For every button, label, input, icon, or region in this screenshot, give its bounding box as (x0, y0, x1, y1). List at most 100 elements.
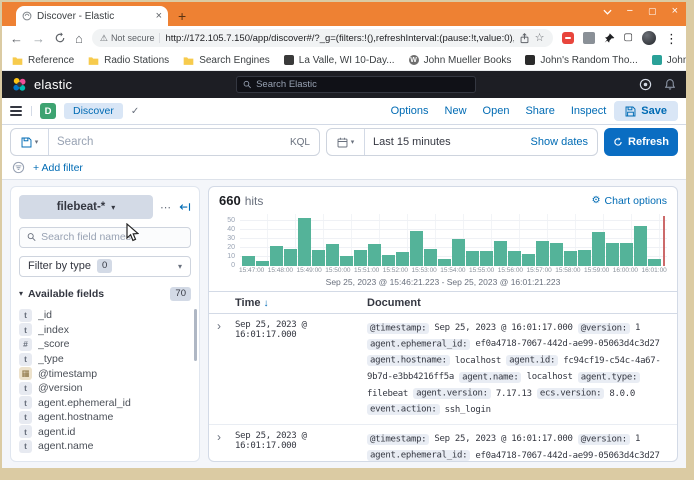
tab-search-icon[interactable] (603, 9, 612, 15)
field-item[interactable]: t agent.id (19, 425, 191, 439)
histogram-bar[interactable] (340, 256, 353, 266)
bookmark-item[interactable]: Radio Stations (88, 55, 169, 66)
topnav-inspect-link[interactable]: Inspect (571, 105, 606, 117)
field-item[interactable]: t _type (19, 352, 191, 366)
collapse-sidebar-icon[interactable] (179, 201, 191, 213)
refresh-button[interactable]: Refresh (604, 128, 678, 156)
help-icon[interactable] (639, 78, 652, 91)
side-panel-icon[interactable]: ▢ (624, 33, 633, 43)
histogram-bar[interactable] (634, 226, 647, 266)
doc-field[interactable]: agent.ephemeral_id: ef0a4718-7067-442d-a… (367, 339, 660, 350)
window-close-button[interactable]: × (672, 6, 678, 17)
field-item[interactable]: ▦ @timestamp (19, 367, 191, 381)
pin-extension-icon[interactable] (604, 33, 615, 44)
field-search-box[interactable] (19, 227, 191, 248)
doc-field[interactable]: @version: 1 (578, 323, 640, 334)
reload-button[interactable] (54, 32, 66, 44)
histogram-bar[interactable] (536, 241, 549, 266)
chart-options-button[interactable]: ⚙ Chart options (592, 195, 667, 207)
histogram-bar[interactable] (326, 244, 339, 266)
field-item[interactable]: t agent.name (19, 439, 191, 453)
histogram-bar[interactable] (508, 251, 521, 266)
field-item[interactable]: t agent.hostname (19, 410, 191, 424)
share-icon[interactable] (519, 33, 530, 44)
new-tab-button[interactable]: + (178, 9, 186, 23)
browser-menu-icon[interactable]: ⋮ (665, 32, 678, 45)
histogram-bar[interactable] (606, 243, 619, 266)
filter-by-type-select[interactable]: Filter by type 0 ▾ (19, 256, 191, 277)
bookmark-item[interactable]: John Mueller Books... (652, 55, 686, 66)
home-button[interactable]: ⌂ (75, 32, 83, 45)
bookmark-star-icon[interactable]: ☆ (535, 33, 545, 44)
histogram-bar[interactable] (242, 256, 255, 266)
sidebar-scrollbar[interactable] (194, 309, 197, 361)
histogram-bar[interactable] (480, 251, 493, 266)
topnav-new-link[interactable]: New (445, 105, 467, 117)
histogram-bar[interactable] (354, 250, 367, 266)
field-item[interactable]: t _id (19, 309, 191, 323)
histogram-bar[interactable] (466, 251, 479, 266)
index-pattern-switcher[interactable]: filebeat-* ▾ (19, 195, 153, 219)
doc-field[interactable]: @timestamp: Sep 25, 2023 @ 16:01:17.000 (367, 434, 573, 445)
doc-field[interactable]: ecs.version: 8.0.0 (537, 388, 635, 399)
histogram-bar[interactable] (452, 239, 465, 266)
global-search-input[interactable] (256, 79, 469, 90)
topnav-share-link[interactable]: Share (525, 105, 554, 117)
bookmark-item[interactable]: Reference (12, 55, 74, 66)
histogram-bar[interactable] (620, 243, 633, 266)
histogram-bar[interactable] (270, 246, 283, 266)
field-item[interactable]: t _index (19, 323, 191, 337)
bookmark-item[interactable]: WJohn Mueller Books (409, 55, 512, 66)
space-badge[interactable]: D (40, 103, 56, 119)
field-item[interactable]: t @version (19, 381, 191, 395)
kql-search-box[interactable]: ▾ KQL (10, 128, 320, 156)
histogram-plot[interactable] (240, 214, 667, 266)
date-quick-select-button[interactable]: ▾ (327, 129, 365, 155)
histogram-bar[interactable] (550, 243, 563, 266)
back-button[interactable]: ← (10, 32, 23, 45)
elastic-logo[interactable] (12, 77, 27, 92)
extension-icon[interactable] (583, 32, 595, 44)
available-fields-header[interactable]: ▾ Available fields 70 (19, 285, 191, 301)
histogram-bar[interactable] (298, 218, 311, 266)
window-minimize-button[interactable]: − (627, 6, 633, 17)
save-button[interactable]: Save (614, 101, 678, 121)
document-column-header[interactable]: Document (367, 297, 669, 309)
alerts-bell-icon[interactable] (664, 78, 676, 91)
time-range-value[interactable]: Last 15 minutes (365, 136, 531, 148)
filter-icon[interactable] (12, 161, 25, 174)
saved-queries-button[interactable]: ▾ (11, 129, 49, 155)
histogram-bar[interactable] (256, 261, 269, 266)
time-column-header[interactable]: Time ↓ (235, 297, 367, 309)
doc-field[interactable]: event.action: ssh_login (367, 404, 491, 415)
bookmark-item[interactable]: Search Engines (183, 55, 270, 66)
histogram-bar[interactable] (522, 254, 535, 266)
adblock-extension-icon[interactable] (562, 32, 574, 44)
doc-field[interactable]: @timestamp: Sep 25, 2023 @ 16:01:17.000 (367, 323, 573, 334)
field-search-input[interactable] (41, 231, 183, 243)
query-input[interactable] (49, 136, 290, 148)
histogram-bar[interactable] (648, 259, 661, 266)
histogram-bar[interactable] (438, 259, 451, 266)
url-text[interactable]: http://172.105.7.150/app/discover#/?_g=(… (165, 33, 513, 44)
histogram-bar[interactable] (382, 255, 395, 266)
doc-field[interactable]: agent.ephemeral_id: ef0a4718-7067-442d-a… (367, 450, 660, 461)
address-bar[interactable]: ⚠Not secure http://172.105.7.150/app/dis… (92, 29, 553, 47)
profile-avatar[interactable] (642, 31, 656, 45)
window-maximize-button[interactable]: ▢ (648, 7, 657, 16)
doc-field[interactable]: @version: 1 (578, 434, 640, 445)
histogram-bar[interactable] (494, 241, 507, 266)
doc-field[interactable]: agent.name: localhost (459, 372, 573, 383)
bookmark-item[interactable]: John's Random Tho... (525, 55, 637, 66)
topnav-options-link[interactable]: Options (391, 105, 429, 117)
field-item[interactable]: # _score (19, 338, 191, 352)
doc-field[interactable]: agent.version: 7.17.13 (413, 388, 532, 399)
expand-row-icon[interactable]: › (217, 431, 235, 461)
forward-button[interactable]: → (32, 32, 45, 45)
query-language-badge[interactable]: KQL (290, 137, 319, 148)
doc-field[interactable]: agent.hostname: localhost (367, 355, 501, 366)
browser-tab[interactable]: Discover - Elastic × (16, 6, 168, 26)
tab-close-icon[interactable]: × (156, 11, 162, 22)
histogram-bar[interactable] (368, 244, 381, 266)
histogram-bar[interactable] (424, 249, 437, 266)
